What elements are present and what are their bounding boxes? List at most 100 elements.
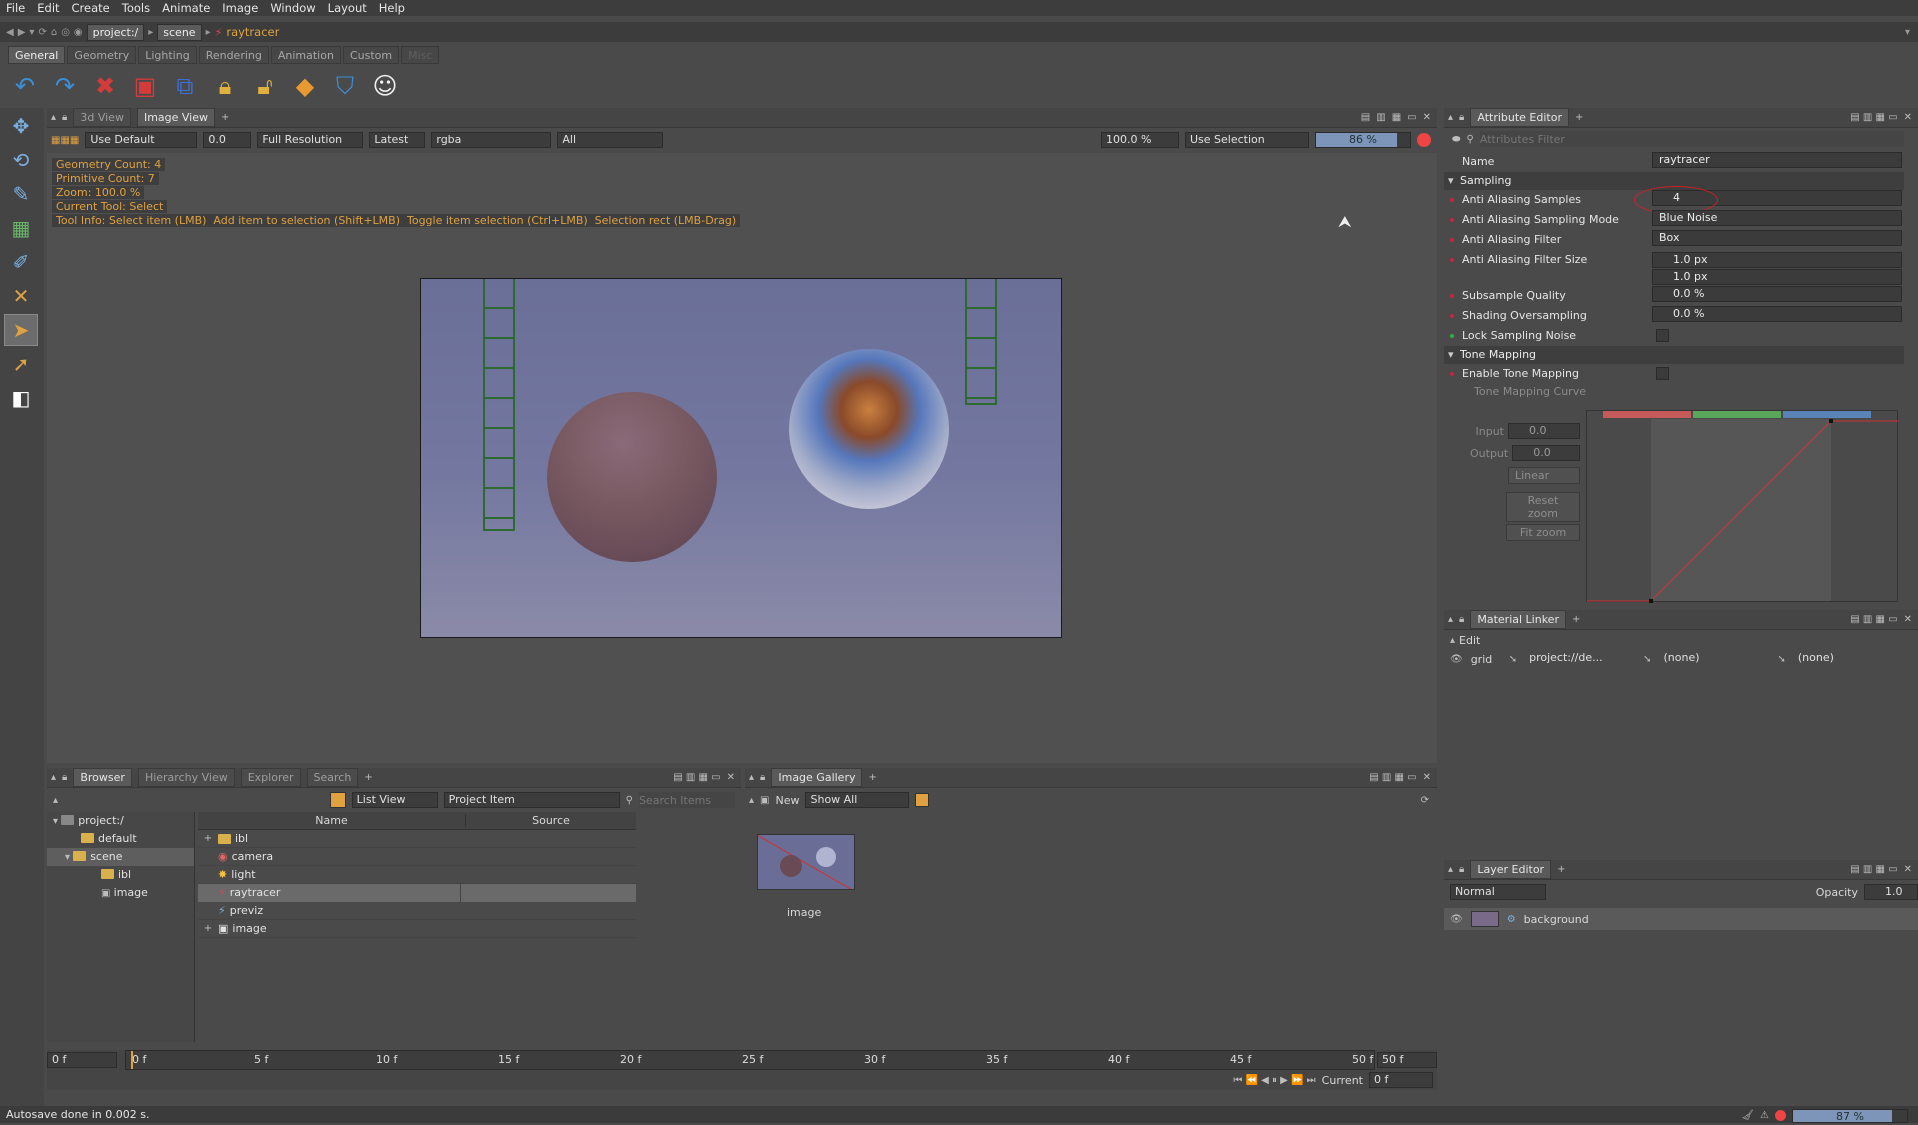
gallery-view-icon[interactable] (915, 793, 930, 807)
tree-project[interactable]: ▾ project:/ (47, 812, 194, 830)
attr-shading-field[interactable]: 0.0 % (1652, 306, 1902, 322)
layout-split-icon[interactable]: ▤ ▥ ▦ ▭ (673, 772, 720, 783)
panel-collapse-icon[interactable]: ▴ (1448, 864, 1453, 875)
panel-lock-icon[interactable]: 🔒︎ (1459, 112, 1464, 123)
list-item[interactable]: ✸ light (198, 866, 636, 884)
browser-search-input[interactable] (639, 792, 735, 808)
timeline-playhead[interactable] (131, 1051, 133, 1069)
opacity-field[interactable]: 1.0 (1864, 884, 1918, 900)
layout-split-icon[interactable]: ▤ (1361, 112, 1370, 123)
tab-attribute-editor[interactable]: Attribute Editor (1470, 108, 1569, 127)
view-mode-select[interactable]: List View (351, 792, 438, 808)
exposure-field[interactable]: 0.0 (203, 132, 252, 148)
playback-controls-icon[interactable]: ⏮ ⏪ ◀ ⏸ ▶ ⏩ ⏭ (1233, 1075, 1315, 1086)
list-item[interactable]: ⚡ raytracer (198, 884, 636, 902)
path-dropdown-icon[interactable]: ▾ (1905, 27, 1910, 38)
close-icon[interactable]: ✕ (1904, 864, 1912, 875)
shelf-tab-misc[interactable]: Misc (401, 46, 440, 64)
link-arrow-icon[interactable]: ➘ (1777, 654, 1785, 665)
shelf-tab-lighting[interactable]: Lighting (138, 46, 197, 64)
curve-input-field[interactable]: 0.0 (1508, 423, 1580, 439)
shelf-tab-geometry[interactable]: Geometry (67, 46, 137, 64)
visibility-eye-icon[interactable]: 👁︎ (1450, 654, 1463, 665)
tab-image-gallery[interactable]: Image Gallery (771, 768, 863, 787)
tab-image-view[interactable]: Image View (136, 108, 216, 127)
close-icon[interactable]: ✕ (1423, 772, 1431, 783)
layout-split-icon[interactable]: ▤ ▥ ▦ ▭ (1850, 864, 1897, 875)
tab-browser[interactable]: Browser (73, 768, 132, 787)
layer-name[interactable]: background (1524, 913, 1589, 926)
crumb-current[interactable]: raytracer (226, 25, 279, 39)
list-item[interactable]: ⚡ previz (198, 902, 636, 920)
list-item[interactable]: + ibl (198, 830, 636, 848)
zoom-field[interactable]: 100.0 % (1101, 132, 1179, 148)
menu-image[interactable]: Image (222, 1, 258, 15)
show-filter-select[interactable]: Show All (805, 792, 910, 808)
menu-window[interactable]: Window (270, 1, 315, 15)
pick-tool-icon[interactable]: ✎ (4, 178, 38, 210)
script-icon[interactable]: ☺ (368, 69, 402, 103)
curve-interp-select[interactable]: Linear (1508, 466, 1580, 484)
list-item[interactable]: ◉ camera (198, 848, 636, 866)
layer-select[interactable]: Use Default (85, 132, 198, 148)
keyframe-dot-icon[interactable] (1450, 334, 1454, 338)
attr-enable-tone-checkbox[interactable] (1656, 367, 1669, 380)
stop-icon[interactable]: ◎ (61, 27, 70, 38)
link-select-1[interactable]: (none) (1659, 651, 1769, 667)
layout-split-icon[interactable]: ▤ ▥ ▦ ▭ (1850, 614, 1897, 625)
menu-animate[interactable]: Animate (162, 1, 210, 15)
keyframe-dot-icon[interactable] (1450, 314, 1454, 318)
attr-name-field[interactable]: raytracer (1652, 152, 1902, 168)
history-dropdown-icon[interactable]: ▾ (29, 27, 34, 38)
tone-curve-subsection[interactable]: Tone Mapping Curve (1444, 384, 1904, 400)
reset-zoom-button[interactable]: Reset zoom (1506, 492, 1580, 522)
linker-item[interactable]: grid (1471, 653, 1501, 666)
keyframe-dot-icon[interactable] (1450, 218, 1454, 222)
panel-collapse-icon[interactable]: ▴ (1448, 112, 1453, 123)
rotate-tool-icon[interactable]: ⟲ (4, 144, 38, 176)
color-swatch-icon[interactable]: ◧ (4, 382, 38, 414)
tone-curve-editor[interactable] (1586, 410, 1899, 603)
list-item[interactable]: + ▣ image (198, 920, 636, 938)
new-button[interactable]: New (775, 794, 799, 807)
panel-collapse-icon[interactable]: ▴ (51, 772, 56, 783)
resolution-select[interactable]: Full Resolution (257, 132, 364, 148)
attr-lock-noise-checkbox[interactable] (1656, 329, 1669, 342)
filter-select[interactable]: All (557, 132, 664, 148)
panel-lock-icon[interactable]: 🔒︎ (760, 772, 765, 783)
timeline-ruler[interactable]: 0 f 5 f 10 f 15 f 20 f 25 f 30 f 35 f 40 f 45 f 50… (125, 1050, 1375, 1070)
add-tab-icon[interactable]: + (868, 772, 876, 783)
panel-collapse-icon[interactable]: ▴ (1448, 614, 1453, 625)
column-name[interactable]: Name (198, 814, 466, 827)
menu-tools[interactable]: Tools (122, 1, 150, 15)
browser-icon-view-icon[interactable] (329, 792, 346, 808)
collapse-edit-icon[interactable]: ▴ (1450, 635, 1455, 646)
keyframe-dot-icon[interactable] (1450, 258, 1454, 262)
undo-icon[interactable]: ↶ (8, 69, 42, 103)
edit-menu[interactable]: Edit (1459, 634, 1480, 647)
transform-tool-icon[interactable]: ✕ (4, 280, 38, 312)
unlock-icon[interactable]: 🔓︎ (248, 69, 282, 103)
panel-lock-icon[interactable]: 🔒︎ (62, 112, 67, 123)
shelf-tab-general[interactable]: General (8, 46, 66, 64)
layout-split-icon[interactable]: ▤ ▥ ▦ ▭ (1850, 112, 1897, 123)
gallery-thumbnail[interactable] (757, 834, 855, 890)
forward-arrow-icon[interactable]: ▶ (18, 27, 26, 38)
panel-collapse-icon[interactable]: ▴ (749, 772, 754, 783)
image-tools-icon[interactable]: ▦▦▦ (51, 135, 79, 146)
refresh-icon[interactable]: ⟳ (1421, 795, 1429, 806)
section-tone-mapping[interactable]: Tone Mapping (1444, 346, 1904, 364)
keyframe-dot-icon[interactable] (1450, 372, 1454, 376)
ungroup-icon[interactable]: ⧉ (168, 69, 202, 103)
filter-toggle-icon[interactable]: ⬬ (1452, 134, 1461, 145)
close-icon[interactable]: ✕ (1423, 112, 1431, 123)
menu-help[interactable]: Help (379, 1, 405, 15)
fit-zoom-button[interactable]: Fit zoom (1506, 523, 1580, 541)
menu-edit[interactable]: Edit (37, 1, 59, 15)
channel-select[interactable]: rgba (431, 132, 552, 148)
render-image[interactable] (420, 278, 1062, 638)
redo-icon[interactable]: ↷ (48, 69, 82, 103)
timeline-end-field[interactable]: 50 f (1377, 1052, 1437, 1068)
tab-layer-editor[interactable]: Layer Editor (1470, 860, 1552, 879)
blend-mode-select[interactable]: Normal (1450, 884, 1546, 900)
